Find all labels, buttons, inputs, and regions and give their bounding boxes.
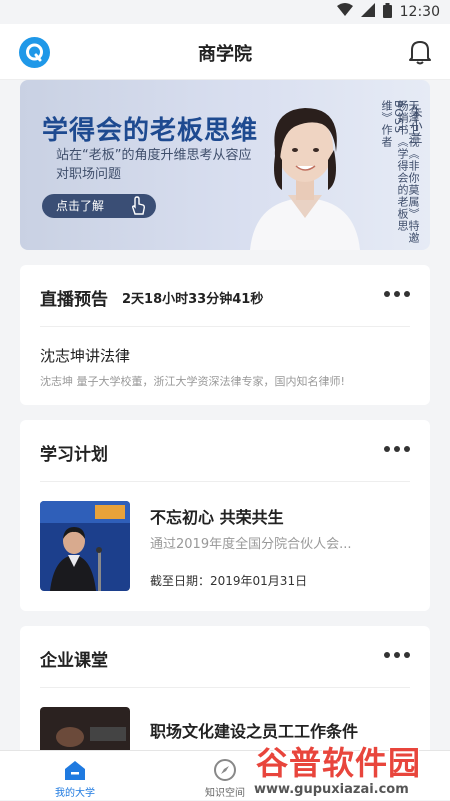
site-watermark: 谷普软件园 www.gupuxiazai.com	[240, 738, 450, 800]
divider	[40, 326, 410, 327]
learn-more-button[interactable]: 点击了解	[42, 194, 156, 218]
live-item-description: 沈志坤 量子大学校董，浙江大学资深法律专家，国内知名律师!	[40, 375, 345, 388]
battery-icon	[382, 2, 392, 22]
live-preview-card: 直播预告 2天18小时33分钟41秒 沈志坤讲法律 沈志坤 量子大学校董，浙江大…	[20, 265, 430, 405]
course-thumbnail[interactable]	[40, 501, 130, 591]
enterprise-class-title: 企业课堂	[40, 651, 108, 671]
page-title: 商学院	[198, 44, 252, 65]
wifi-icon	[336, 3, 353, 21]
live-countdown: 2天18小时33分钟41秒	[122, 292, 264, 307]
live-item-title[interactable]: 沈志坤讲法律	[40, 345, 130, 366]
course-name[interactable]: 不忘初心 共荣共生	[150, 504, 284, 528]
compass-icon	[213, 758, 237, 782]
hand-pointer-icon	[130, 196, 146, 224]
home-icon	[63, 758, 87, 782]
bell-icon[interactable]	[408, 39, 432, 65]
speaker-credential-2: 畅销书《学得会的老板思维》作者	[380, 100, 409, 232]
course-description: 通过2019年度全国分院合伙人会...	[150, 537, 352, 552]
divider	[40, 687, 410, 688]
tab-label: 我的大学	[55, 788, 95, 799]
learn-more-label: 点击了解	[56, 199, 105, 213]
study-plan-title: 学习计划	[40, 445, 108, 465]
divider	[40, 481, 410, 482]
watermark-text: 谷普软件园	[256, 744, 422, 782]
status-bar: 12:30	[0, 0, 450, 24]
tab-my-university[interactable]: 我的大学	[0, 751, 150, 801]
promo-banner[interactable]: 学得会的老板思维 站在“老板”的角度升维思考从容应对职场问题 点击了解 朱小兰 …	[20, 80, 430, 250]
more-icon[interactable]	[384, 446, 410, 452]
more-icon[interactable]	[384, 291, 410, 297]
speaker-photo	[230, 90, 380, 250]
course-deadline: 截至日期：2019年01月31日	[150, 574, 308, 588]
more-icon[interactable]	[384, 652, 410, 658]
watermark-url: www.gupuxiazai.com	[254, 782, 409, 797]
status-indicators: 12:30	[336, 2, 440, 22]
banner-subtitle: 站在“老板”的角度升维思考从容应对职场问题	[56, 148, 252, 182]
status-time: 12:30	[399, 4, 440, 20]
app-bar: 商学院	[0, 24, 450, 80]
signal-icon	[360, 3, 375, 21]
banner-headline: 学得会的老板思维	[42, 116, 259, 146]
live-preview-title: 直播预告	[40, 290, 108, 310]
study-plan-card: 学习计划 不忘初心 共荣共生 通过2019年度全国分院合伙人会... 截至日期：…	[20, 420, 430, 611]
